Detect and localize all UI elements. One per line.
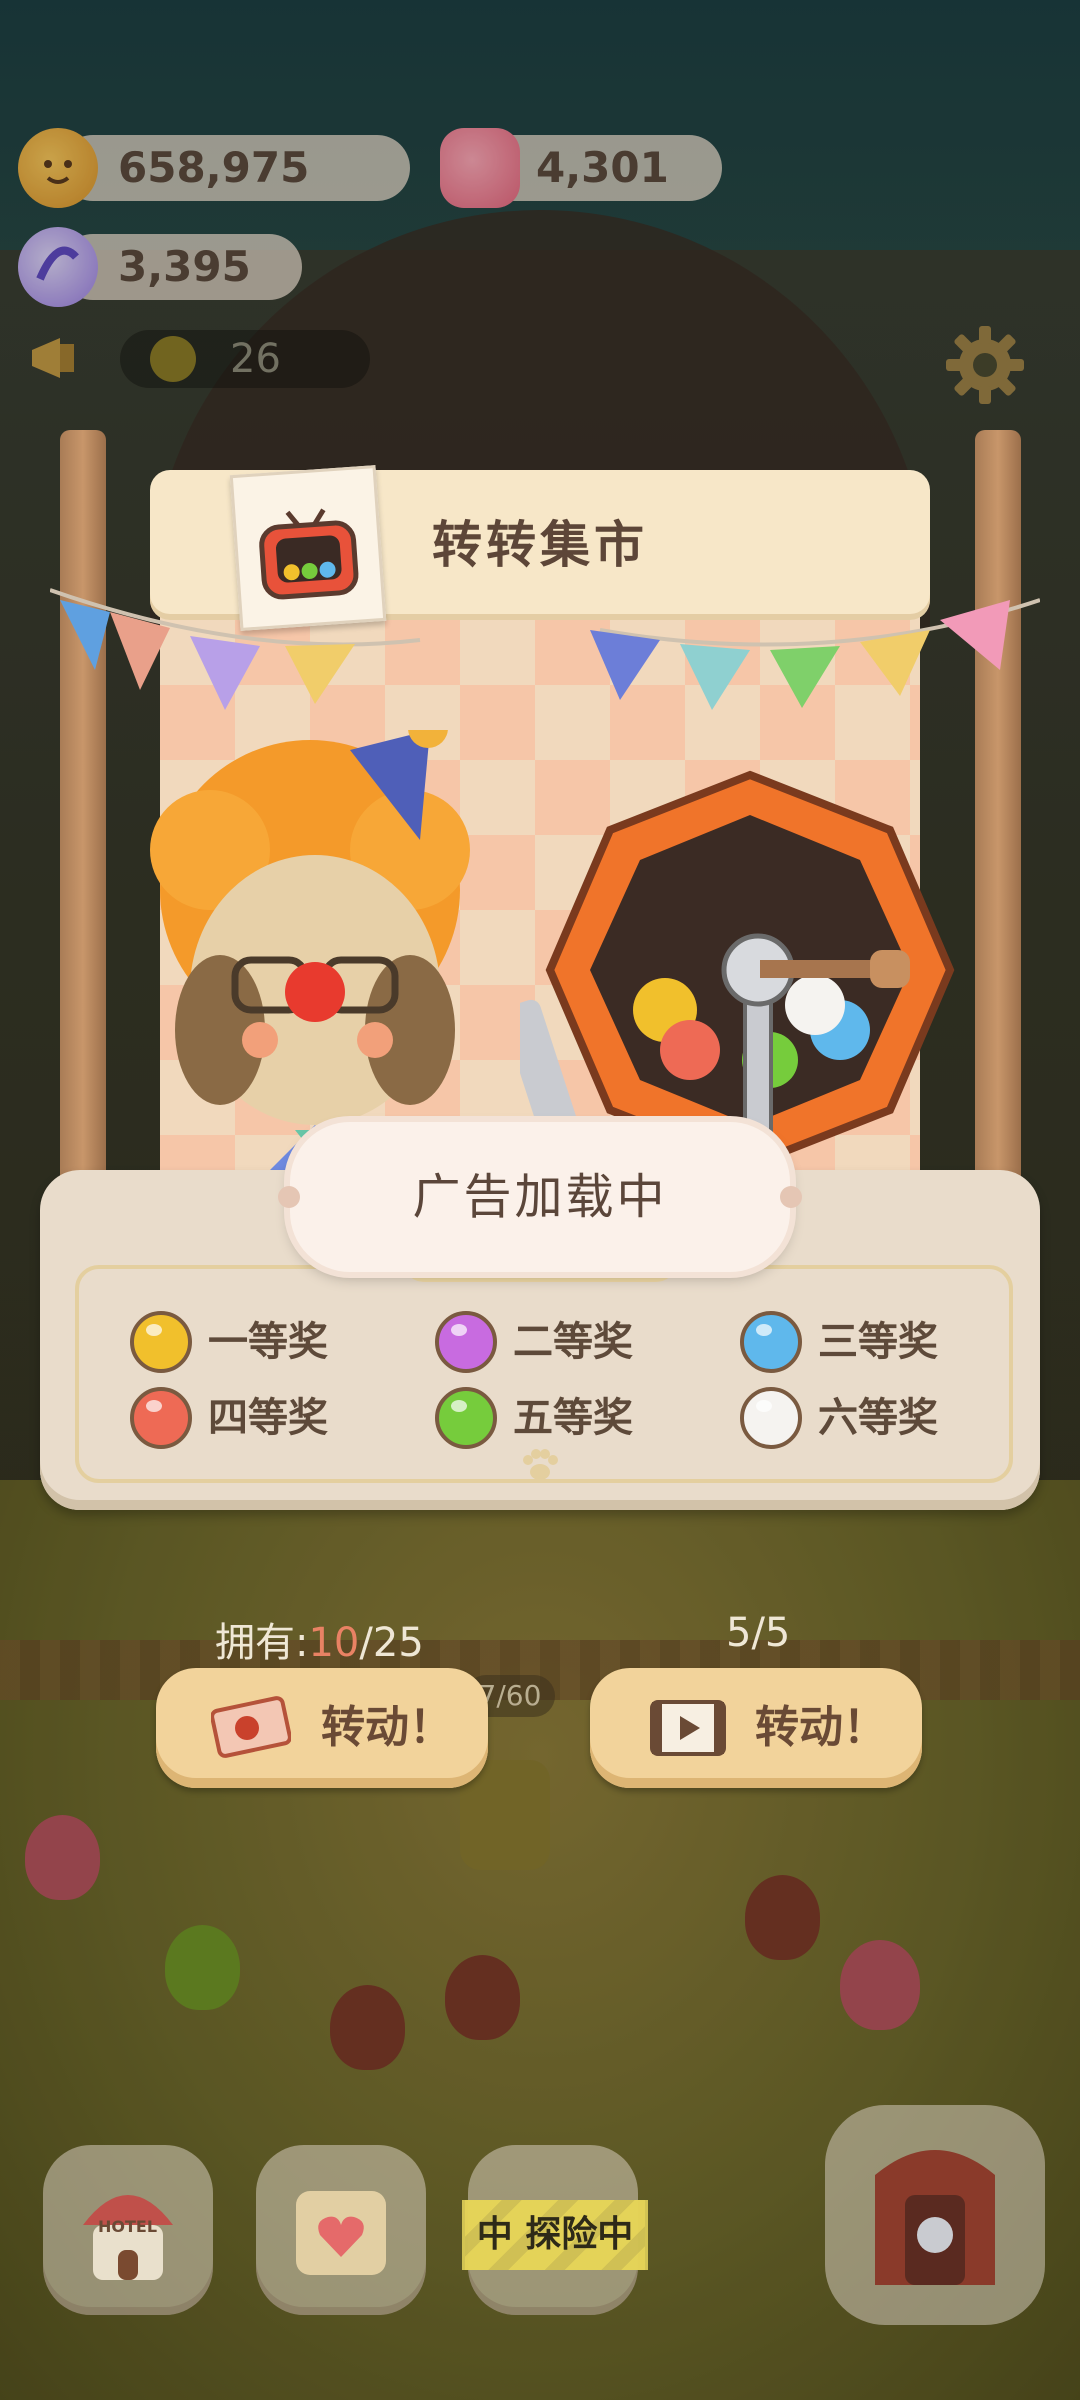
theater-icon: [865, 2135, 1005, 2295]
ad-spin-count: 5/5: [726, 1610, 791, 1656]
owned-max: /25: [359, 1620, 424, 1666]
video-icon: [650, 1700, 726, 1756]
clown-character: [150, 730, 470, 1170]
ticket-spin-label: 转动！: [321, 1702, 453, 1753]
nav-calendar-button[interactable]: [256, 2145, 426, 2315]
ad-spin-label: 转动！: [755, 1702, 887, 1753]
prize-label: 五等奖: [513, 1395, 633, 1441]
ticket-owned: 拥有:10/25: [215, 1610, 424, 1668]
prize-label: 三等奖: [818, 1319, 938, 1365]
bunting-decoration: [50, 588, 1040, 710]
prize-ball-icon: [130, 1387, 192, 1449]
owned-label: 拥有:: [215, 1620, 309, 1666]
hotel-label: HOTEL: [98, 2217, 158, 2236]
prize-item: 三等奖: [740, 1311, 1040, 1381]
paw-icon: [520, 1448, 560, 1482]
prize-item: 四等奖: [130, 1387, 430, 1457]
prize-label: 四等奖: [208, 1395, 328, 1441]
prize-item: 二等奖: [435, 1311, 735, 1381]
prize-ball-icon: [740, 1387, 802, 1449]
prize-ball-icon: [435, 1387, 497, 1449]
prize-item: 一等奖: [130, 1311, 430, 1381]
prize-ball-icon: [130, 1311, 192, 1373]
ticket-icon: [210, 1696, 292, 1758]
ad-spin-button[interactable]: 转动！: [590, 1668, 922, 1788]
prize-ball-icon: [435, 1311, 497, 1373]
prize-item: 五等奖: [435, 1387, 735, 1457]
prize-label: 二等奖: [513, 1319, 633, 1365]
loading-toast-text: 广告加载中: [412, 1169, 668, 1225]
prize-item: 六等奖: [740, 1387, 1040, 1457]
nav-theater-button[interactable]: [825, 2105, 1045, 2325]
prize-ball-icon: [740, 1311, 802, 1373]
prize-label: 六等奖: [818, 1395, 938, 1441]
owned-current: 10: [308, 1620, 360, 1666]
exploring-label: 中 探险中: [462, 2200, 648, 2270]
ticket-spin-button[interactable]: 转动！: [156, 1668, 488, 1788]
prize-label: 一等奖: [208, 1319, 328, 1365]
calendar-heart-icon: [286, 2175, 396, 2285]
nav-hotel-button[interactable]: HOTEL: [43, 2145, 213, 2315]
